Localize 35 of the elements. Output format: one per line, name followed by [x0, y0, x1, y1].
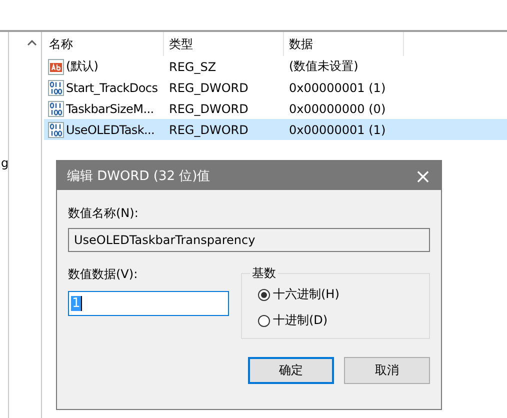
value-type: REG_DWORD — [168, 102, 250, 116]
value-data: 0x00000001 (1) — [288, 80, 387, 94]
scroll-up-icon[interactable] — [27, 40, 37, 46]
value-data: (数值未设置) — [288, 58, 360, 75]
value-name-field[interactable]: UseOLEDTaskbarTransparency — [68, 228, 430, 252]
value-data: 0x00000000 (0) — [288, 102, 387, 116]
value-type: REG_DWORD — [168, 80, 250, 94]
value-name: (默认) — [66, 58, 98, 75]
value-data: 0x00000001 (1) — [288, 122, 387, 136]
column-header[interactable]: 数据 — [284, 32, 404, 56]
close-button[interactable]: × — [405, 161, 441, 190]
value-type: REG_DWORD — [168, 122, 250, 136]
radio-option[interactable]: 十进制(D) — [242, 312, 429, 329]
column-header[interactable]: 类型 — [164, 32, 284, 56]
dialog-button[interactable]: 确定 — [248, 357, 334, 384]
value-name: Start_TrackDocs — [66, 80, 158, 94]
list-row[interactable]: UseOLEDTask... REG_DWORD 0x00000001 (1) — [44, 119, 507, 140]
tree-item[interactable]: g — [1, 156, 9, 170]
group-title: 基数 — [250, 265, 278, 282]
value-type: REG_SZ — [168, 60, 218, 74]
binary-value-icon — [48, 80, 64, 96]
list-row[interactable]: Start_TrackDocs REG_DWORD 0x00000001 (1) — [44, 77, 507, 98]
list-row[interactable]: TaskbarSizeM... REG_DWORD 0x00000000 (0) — [44, 98, 507, 119]
radio-option[interactable]: 十六进制(H) — [242, 286, 429, 303]
dialog-button[interactable]: 取消 — [344, 357, 430, 384]
dialog-title: 编辑 DWORD (32 位)值 — [67, 168, 210, 184]
value-name: TaskbarSizeM... — [66, 102, 154, 116]
value-name: UseOLEDTask... — [66, 122, 155, 136]
string-value-icon — [48, 58, 64, 74]
list-row[interactable]: (默认) REG_SZ (数值未设置) — [44, 56, 507, 77]
binary-value-icon — [48, 122, 64, 138]
field-label: 数值名称(N): — [68, 205, 140, 222]
column-header[interactable]: 名称 — [44, 32, 164, 56]
field-label: 数值数据(V): — [68, 266, 139, 283]
binary-value-icon — [48, 100, 64, 116]
